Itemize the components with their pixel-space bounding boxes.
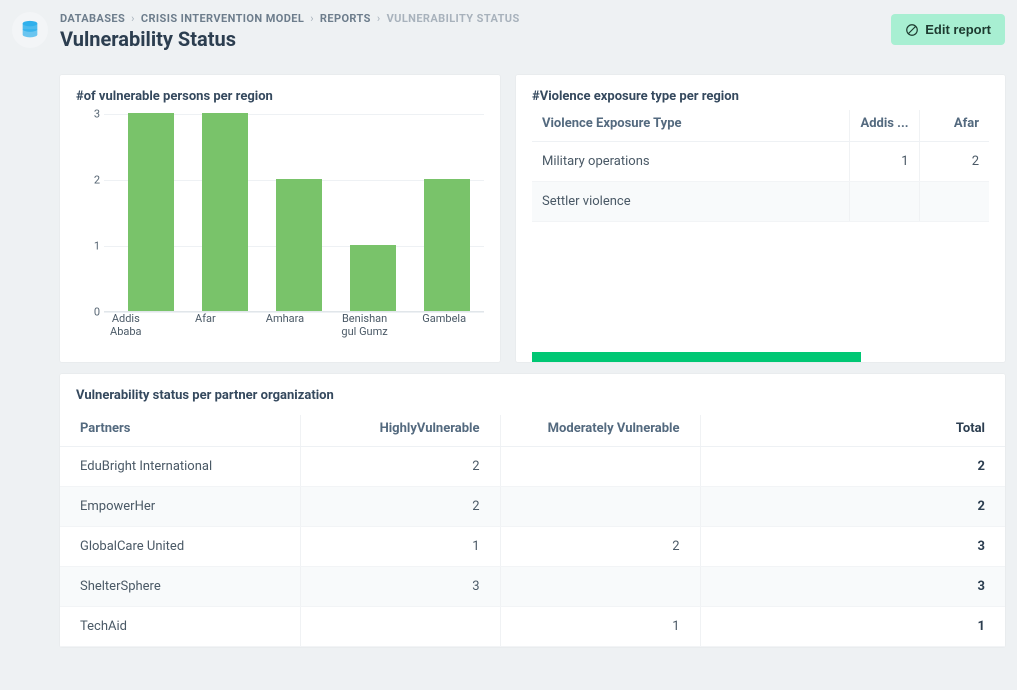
bar[interactable] [276,179,322,311]
breadcrumb: DATABASES › CRISIS INTERVENTION MODEL › … [60,12,879,25]
card-violence-exposure: #Violence exposure type per region Viole… [516,75,1005,362]
y-tick-label: 3 [84,108,100,121]
chevron-right-icon: › [310,12,314,25]
card-vulnerable-per-region: #of vulnerable persons per region 0123 A… [60,75,500,362]
page-title: Vulnerability Status [60,27,879,51]
bar[interactable] [350,245,396,311]
partners-table: Partners HighlyVulnerable Moderately Vul… [60,415,1005,647]
table-row[interactable]: ShelterSphere33 [60,567,1005,607]
cell-moderately-vulnerable [500,487,700,527]
breadcrumb-reports[interactable]: REPORTS [320,12,371,25]
breadcrumb-crisis-model[interactable]: CRISIS INTERVENTION MODEL [141,12,304,25]
bar[interactable] [424,179,470,311]
cell-moderately-vulnerable [500,447,700,487]
table-row[interactable]: EduBright International22 [60,447,1005,487]
cell-moderately-vulnerable: 1 [500,607,700,647]
cell-partner: ShelterSphere [60,567,300,607]
cell-moderately-vulnerable: 2 [500,527,700,567]
cell-addis: 1 [849,142,919,182]
cell-highly-vulnerable [300,607,500,647]
table-row[interactable]: TechAid 11 [60,607,1005,647]
edit-report-label: Edit report [925,22,991,37]
card-partners: Vulnerability status per partner organiz… [60,374,1005,647]
x-tick-label: Addis Ababa [99,312,153,338]
cell-partner: GlobalCare United [60,527,300,567]
y-tick-label: 2 [84,174,100,187]
bar-chart: 0123 Addis AbabaAfarAmharaBenishan gul G… [76,110,484,340]
cell-highly-vulnerable: 2 [300,447,500,487]
database-icon [19,19,41,41]
table-row[interactable]: Military operations12 [532,142,989,182]
breadcrumb-databases[interactable]: DATABASES [60,12,125,25]
x-tick-label: Amhara [258,312,312,338]
violence-table: Violence Exposure Type Addis ... Afar Mi… [532,110,989,222]
cell-highly-vulnerable: 2 [300,487,500,527]
col-total[interactable]: Total [700,415,1005,447]
col-highly-vulnerable[interactable]: HighlyVulnerable [300,415,500,447]
progress-bar [532,352,861,362]
cell-addis [849,182,919,222]
x-tick-label: Afar [178,312,232,338]
cell-moderately-vulnerable [500,567,700,607]
table-row[interactable]: EmpowerHer22 [60,487,1005,527]
cell-partner: EduBright International [60,447,300,487]
cell-afar: 2 [919,142,989,182]
no-entry-icon [905,23,919,37]
partners-title: Vulnerability status per partner organiz… [60,388,1005,409]
breadcrumb-current: VULNERABILITY STATUS [387,12,520,25]
cell-total: 2 [700,447,1005,487]
bar[interactable] [128,113,174,311]
cell-total: 1 [700,607,1005,647]
col-partners[interactable]: Partners [60,415,300,447]
cell-exposure-type: Military operations [532,142,849,182]
edit-report-button[interactable]: Edit report [891,14,1005,45]
chart-title: #of vulnerable persons per region [76,89,484,104]
table-row[interactable]: Settler violence [532,182,989,222]
cell-partner: TechAid [60,607,300,647]
cell-total: 3 [700,567,1005,607]
cell-exposure-type: Settler violence [532,182,849,222]
cell-total: 3 [700,527,1005,567]
db-logo [12,12,48,48]
bar[interactable] [202,113,248,311]
y-tick-label: 1 [84,240,100,253]
chevron-right-icon: › [377,12,381,25]
x-tick-label: Benishan gul Gumz [338,312,392,338]
chevron-right-icon: › [131,12,135,25]
x-tick-label: Gambela [417,312,471,338]
cell-partner: EmpowerHer [60,487,300,527]
col-exposure-type[interactable]: Violence Exposure Type [532,110,849,142]
cell-highly-vulnerable: 1 [300,527,500,567]
violence-title: #Violence exposure type per region [532,89,989,104]
col-afar[interactable]: Afar [919,110,989,142]
col-moderately-vulnerable[interactable]: Moderately Vulnerable [500,415,700,447]
cell-highly-vulnerable: 3 [300,567,500,607]
table-row[interactable]: GlobalCare United123 [60,527,1005,567]
cell-total: 2 [700,487,1005,527]
col-addis[interactable]: Addis ... [849,110,919,142]
cell-afar [919,182,989,222]
